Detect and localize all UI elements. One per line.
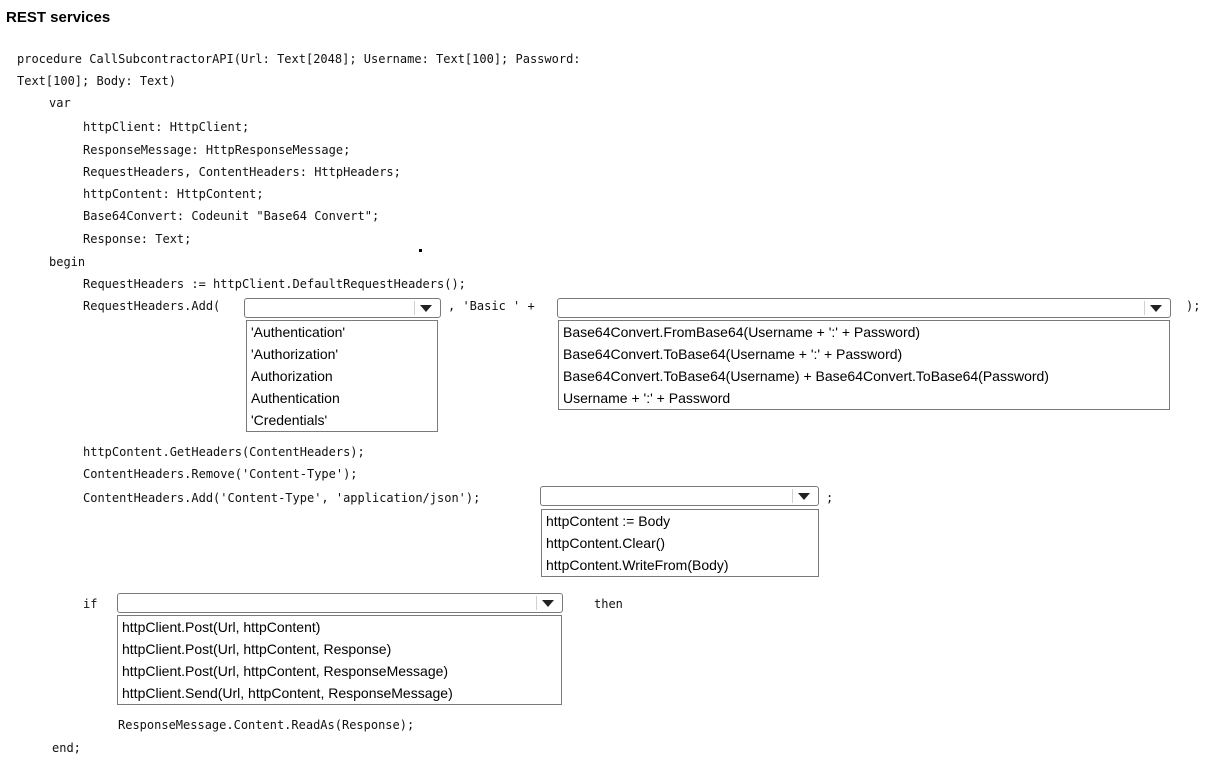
content-body-option[interactable]: httpContent.WriteFrom(Body) [542,554,818,576]
code-line-var-response: Response: Text; [83,232,192,246]
code-line-var-httpcontent: httpContent: HttpContent; [83,187,264,201]
page-title: REST services [6,9,111,26]
code-line-begin: begin [49,255,86,269]
header-value-option[interactable]: Base64Convert.ToBase64(Username) + Base6… [559,365,1169,387]
code-line-add-content-type: ContentHeaders.Add('Content-Type', 'appl… [83,491,481,505]
post-call-option[interactable]: httpClient.Post(Url, httpContent, Respon… [118,638,561,660]
content-body-dropdown[interactable] [540,486,819,506]
code-line-var: var [49,96,71,110]
header-value-dropdown[interactable] [557,298,1171,318]
content-body-option[interactable]: httpContent.Clear() [542,532,818,554]
code-line-var-httpclient: httpClient: HttpClient; [83,120,250,134]
code-line-if: if [83,597,98,611]
header-value-options: Base64Convert.FromBase64(Username + ':' … [558,320,1170,410]
chevron-down-icon[interactable] [536,596,559,610]
code-line-var-base64: Base64Convert: Codeunit "Base64 Convert"… [83,209,380,223]
post-call-option[interactable]: httpClient.Send(Url, httpContent, Respon… [118,682,561,704]
header-name-option[interactable]: Authentication [247,387,437,409]
chevron-down-icon[interactable] [414,301,437,315]
chevron-down-icon[interactable] [792,489,815,503]
header-name-option[interactable]: 'Authentication' [247,321,437,343]
header-name-option[interactable]: 'Credentials' [247,409,437,431]
chevron-down-icon[interactable] [1144,301,1167,315]
code-line-basic-prefix: , 'Basic ' + [448,299,535,313]
code-line-remove-content-type: ContentHeaders.Remove('Content-Type'); [83,467,358,481]
header-name-option[interactable]: Authorization [247,365,437,387]
content-body-options: httpContent := Body httpContent.Clear() … [541,509,819,577]
code-line-procedure-cont: Text[100]; Body: Text) [17,74,176,88]
code-line-end: end; [52,741,81,755]
header-name-option[interactable]: 'Authorization' [247,343,437,365]
header-name-dropdown[interactable] [244,298,441,318]
code-line-headers-add: RequestHeaders.Add( [83,299,221,313]
code-line-var-headers: RequestHeaders, ContentHeaders: HttpHead… [83,165,401,179]
post-call-options: httpClient.Post(Url, httpContent) httpCl… [117,615,562,705]
post-call-dropdown[interactable] [117,593,563,613]
code-line-close-paren: ); [1186,299,1201,313]
header-name-options: 'Authentication' 'Authorization' Authori… [246,320,438,432]
post-call-option[interactable]: httpClient.Post(Url, httpContent) [118,616,561,638]
post-call-option[interactable]: httpClient.Post(Url, httpContent, Respon… [118,660,561,682]
stray-dot [419,249,422,252]
header-value-option[interactable]: Base64Convert.FromBase64(Username + ':' … [559,321,1169,343]
code-line-read-as: ResponseMessage.Content.ReadAs(Response)… [118,718,415,732]
content-body-option[interactable]: httpContent := Body [542,510,818,532]
code-line-default-headers: RequestHeaders := httpClient.DefaultRequ… [83,277,466,291]
code-line-procedure: procedure CallSubcontractorAPI(Url: Text… [17,52,581,66]
header-value-option[interactable]: Base64Convert.ToBase64(Username + ':' + … [559,343,1169,365]
code-line-var-responsemessage: ResponseMessage: HttpResponseMessage; [83,143,351,157]
header-value-option[interactable]: Username + ':' + Password [559,387,1169,409]
code-line-then: then [594,597,623,611]
code-line-get-headers: httpContent.GetHeaders(ContentHeaders); [83,445,365,459]
code-line-semicolon: ; [826,491,834,505]
